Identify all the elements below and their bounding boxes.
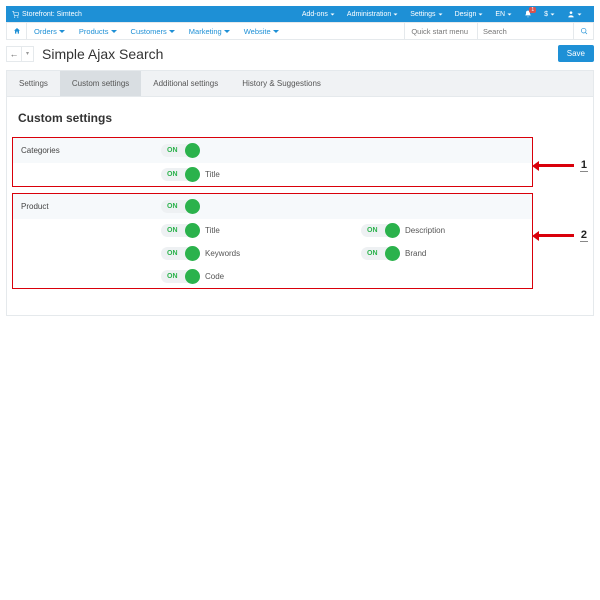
arrow-icon xyxy=(538,164,574,167)
tab-custom-settings[interactable]: Custom settings xyxy=(60,71,141,96)
search-icon xyxy=(580,27,588,35)
nav-orders[interactable]: Orders xyxy=(27,23,72,39)
caret-down-icon xyxy=(169,30,175,33)
caret-down-icon xyxy=(111,30,117,33)
topnav-account[interactable] xyxy=(561,6,588,22)
toggle-product[interactable]: ON xyxy=(161,200,199,213)
toggle-product-title[interactable]: ON xyxy=(161,224,199,237)
annotation-2-number: 2 xyxy=(580,229,588,242)
topnav-language[interactable]: EN xyxy=(489,6,518,22)
main-navbar: Orders Products Customers Marketing Webs… xyxy=(6,22,594,40)
group-product: Product ON ON Title ON Description xyxy=(12,193,533,289)
toggle-product-brand[interactable]: ON xyxy=(361,247,399,260)
caret-down-icon xyxy=(438,12,443,17)
topnav-administration[interactable]: Administration xyxy=(341,6,404,22)
arrow-icon xyxy=(538,234,574,237)
notifications-button[interactable]: 1 xyxy=(518,6,538,22)
caret-down-icon xyxy=(577,12,582,17)
label-product-description: Description xyxy=(405,226,445,235)
tab-settings[interactable]: Settings xyxy=(7,71,60,96)
storefront-label: Storefront: Simtech xyxy=(22,11,82,18)
topnav-design[interactable]: Design xyxy=(449,6,490,22)
toggle-categories-title[interactable]: ON xyxy=(161,168,199,181)
back-button[interactable]: ← xyxy=(6,46,22,62)
home-icon xyxy=(13,27,21,35)
caret-down-icon xyxy=(393,12,398,17)
toggle-product-code[interactable]: ON xyxy=(161,270,199,283)
label-product-title: Title xyxy=(205,226,220,235)
annotation-2: 2 xyxy=(538,229,588,242)
notification-badge: 1 xyxy=(529,7,536,13)
group-product-label: Product xyxy=(21,202,161,211)
nav-website[interactable]: Website xyxy=(237,23,286,39)
label-product-code: Code xyxy=(205,272,224,281)
nav-marketing[interactable]: Marketing xyxy=(182,23,237,39)
nav-products[interactable]: Products xyxy=(72,23,124,39)
title-bar: ← ▾ Simple Ajax Search Save xyxy=(6,40,594,70)
caret-down-icon xyxy=(550,12,555,17)
tabs: Settings Custom settings Additional sett… xyxy=(6,70,594,97)
caret-down-icon xyxy=(59,30,65,33)
user-icon xyxy=(567,10,575,18)
label-product-keywords: Keywords xyxy=(205,249,240,258)
toggle-product-description[interactable]: ON xyxy=(361,224,399,237)
caret-down-icon xyxy=(224,30,230,33)
search-box xyxy=(477,23,573,39)
save-button[interactable]: Save xyxy=(558,45,594,62)
group-categories: Categories ON ON Title xyxy=(12,137,533,187)
group-categories-label: Categories xyxy=(21,146,161,155)
annotation-1: 1 xyxy=(538,159,588,172)
nav-customers[interactable]: Customers xyxy=(124,23,182,39)
cart-icon xyxy=(12,11,19,18)
caret-down-icon xyxy=(478,12,483,17)
caret-down-icon xyxy=(507,12,512,17)
home-button[interactable] xyxy=(7,23,27,39)
search-input[interactable] xyxy=(478,23,573,39)
topnav-addons[interactable]: Add-ons xyxy=(296,6,341,22)
search-button[interactable] xyxy=(573,23,593,39)
tab-additional-settings[interactable]: Additional settings xyxy=(141,71,230,96)
page-title: Simple Ajax Search xyxy=(42,46,163,62)
annotation-1-number: 1 xyxy=(580,159,588,172)
admin-topbar: Storefront: Simtech Add-ons Administrati… xyxy=(6,6,594,22)
label-categories-title: Title xyxy=(205,170,220,179)
label-product-brand: Brand xyxy=(405,249,426,258)
storefront-selector[interactable]: Storefront: Simtech xyxy=(12,11,82,18)
quick-start-menu[interactable]: Quick start menu xyxy=(404,23,477,39)
caret-down-icon xyxy=(273,30,279,33)
section-title: Custom settings xyxy=(18,111,582,125)
back-dropdown[interactable]: ▾ xyxy=(22,46,34,62)
tab-content: Custom settings Categories ON ON Title xyxy=(6,97,594,316)
toggle-categories[interactable]: ON xyxy=(161,144,199,157)
topnav-settings[interactable]: Settings xyxy=(404,6,448,22)
tab-history-suggestions[interactable]: History & Suggestions xyxy=(230,71,333,96)
caret-down-icon xyxy=(330,12,335,17)
back-button-group: ← ▾ xyxy=(6,46,34,62)
topnav-currency[interactable]: $ xyxy=(538,6,561,22)
toggle-product-keywords[interactable]: ON xyxy=(161,247,199,260)
